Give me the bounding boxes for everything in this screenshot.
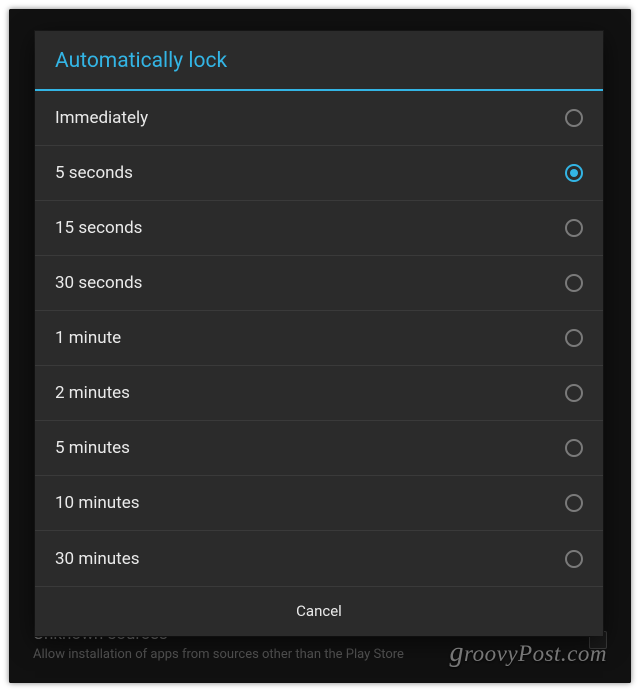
option-row[interactable]: 2 minutes bbox=[35, 366, 603, 421]
option-row[interactable]: 5 minutes bbox=[35, 421, 603, 476]
radio-icon[interactable] bbox=[565, 274, 583, 292]
option-label: 5 minutes bbox=[55, 438, 130, 458]
option-label: 15 seconds bbox=[55, 218, 142, 238]
option-row[interactable]: 15 seconds bbox=[35, 201, 603, 256]
option-label: 1 minute bbox=[55, 328, 121, 348]
radio-icon[interactable] bbox=[565, 219, 583, 237]
device-frame: Unknown sources Allow installation of ap… bbox=[9, 9, 631, 683]
option-label: 5 seconds bbox=[55, 163, 133, 183]
option-label: 30 seconds bbox=[55, 273, 142, 293]
option-row[interactable]: 30 seconds bbox=[35, 256, 603, 311]
dialog-title: Automatically lock bbox=[35, 31, 603, 89]
radio-icon[interactable] bbox=[565, 109, 583, 127]
option-row[interactable]: Immediately bbox=[35, 91, 603, 146]
radio-icon[interactable] bbox=[565, 329, 583, 347]
auto-lock-dialog: Automatically lock Immediately 5 seconds 1… bbox=[35, 31, 603, 636]
option-row[interactable]: 5 seconds bbox=[35, 146, 603, 201]
option-row[interactable]: 1 minute bbox=[35, 311, 603, 366]
radio-icon[interactable] bbox=[565, 164, 583, 182]
option-label: 10 minutes bbox=[55, 493, 139, 513]
radio-icon[interactable] bbox=[565, 550, 583, 568]
option-label: 2 minutes bbox=[55, 383, 130, 403]
radio-icon[interactable] bbox=[565, 439, 583, 457]
unknown-sources-subtitle: Allow installation of apps from sources … bbox=[33, 647, 613, 663]
option-row[interactable]: 10 minutes bbox=[35, 476, 603, 531]
option-label: 30 minutes bbox=[55, 549, 139, 569]
radio-icon[interactable] bbox=[565, 384, 583, 402]
option-row[interactable]: 30 minutes bbox=[35, 531, 603, 586]
option-label: Immediately bbox=[55, 108, 148, 128]
cancel-button[interactable]: Cancel bbox=[35, 587, 603, 636]
options-list: Immediately 5 seconds 15 seconds 30 seconds… bbox=[35, 91, 603, 586]
radio-icon[interactable] bbox=[565, 494, 583, 512]
